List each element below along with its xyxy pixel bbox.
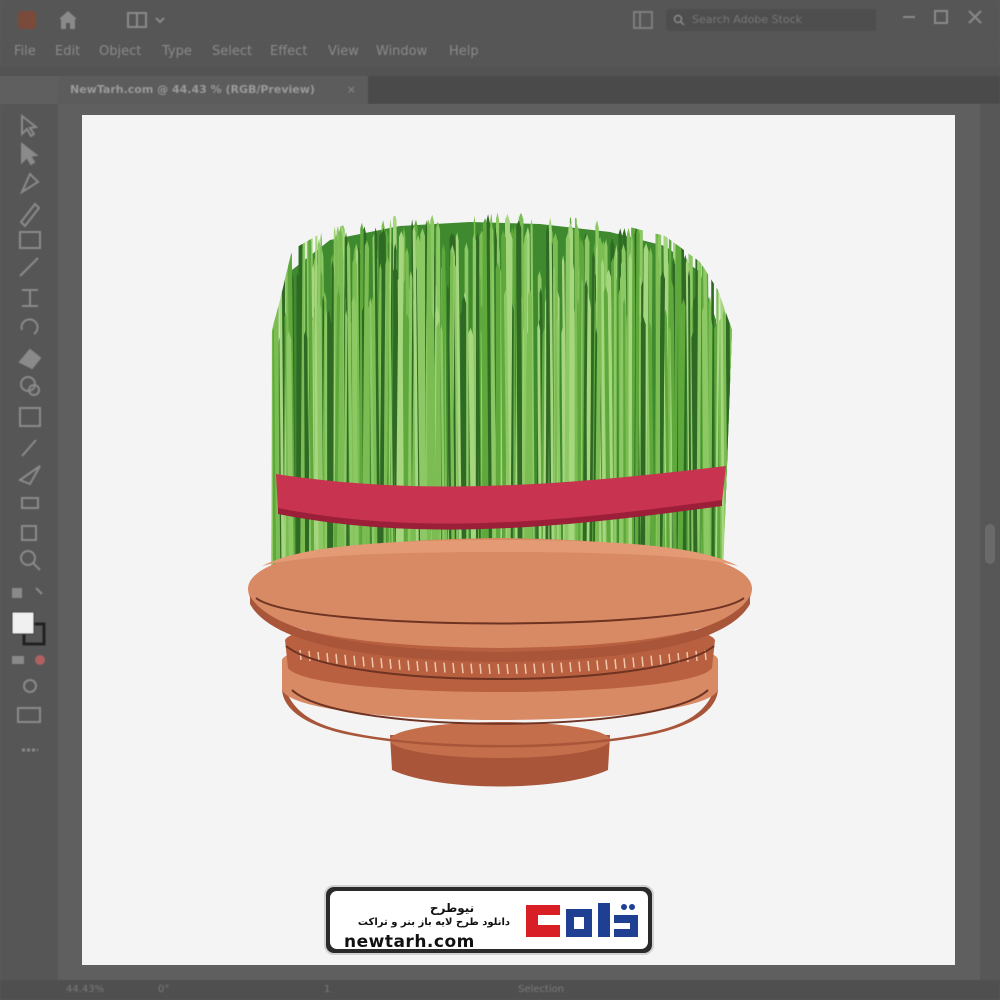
pot-tick — [407, 660, 410, 671]
pot-tick — [605, 659, 608, 670]
pot-tick — [623, 658, 626, 669]
grass-blade — [729, 214, 732, 600]
pot-tick — [335, 653, 338, 664]
watermark-tagline: دانلود طرح لایه باز بنر و تراکت — [357, 917, 511, 928]
pot-tick — [587, 660, 590, 672]
grass-blade — [730, 260, 732, 600]
newtarh-watermark: نیوطرح دانلود طرح لایه باز بنر و تراکت n… — [324, 885, 654, 955]
pot-tick — [542, 663, 545, 674]
pot-tick — [650, 655, 653, 666]
pot-tick — [686, 651, 689, 663]
sabzeh-illustration — [248, 212, 752, 787]
pot-tick — [641, 656, 644, 667]
pot-tick — [659, 654, 662, 665]
pot-tick — [668, 653, 671, 664]
artboard-number[interactable]: 1 — [324, 984, 330, 995]
pot-tick — [308, 650, 311, 662]
pot-tick — [488, 663, 491, 674]
grass-blade — [728, 261, 732, 600]
watermark-panel: نیوطرح دانلود طرح لایه باز بنر و تراکت n… — [330, 891, 648, 952]
tool-mode: Selection — [518, 984, 565, 995]
pot-tick — [497, 663, 500, 675]
pot-tick — [560, 662, 563, 673]
pot-tick — [551, 662, 554, 674]
pot-tick — [515, 663, 518, 674]
pot-tick — [533, 663, 536, 674]
newtarh-logo-icon — [526, 903, 638, 937]
pot-tick — [443, 662, 446, 673]
watermark-url: newtarh.com — [344, 932, 475, 952]
pot-tick — [470, 663, 473, 674]
pot-tick — [344, 654, 347, 665]
pot-tick — [371, 657, 374, 668]
pot-tick — [632, 657, 635, 668]
pot-tick — [398, 659, 401, 670]
pot-tick — [524, 663, 527, 674]
pot-tick — [389, 658, 392, 670]
pot-tick — [614, 658, 617, 670]
pot-tick — [569, 662, 572, 673]
pot-tick — [416, 660, 419, 672]
watermark-brand-fa: نیوطرح — [429, 901, 475, 915]
pot-tick — [578, 661, 581, 672]
grass-blade — [678, 218, 682, 600]
rotation-angle[interactable]: 0° — [158, 984, 169, 995]
pot-tick — [596, 660, 599, 671]
pot-tick — [506, 663, 509, 675]
zoom-level[interactable]: 44.43% — [66, 984, 104, 995]
status-bar: 44.43% 0° 1 Selection — [0, 980, 1000, 1000]
pot-tick — [353, 655, 356, 666]
clay-pot — [248, 538, 752, 787]
pot-tick — [479, 663, 482, 674]
pot-tick — [425, 661, 428, 672]
pot-tick — [461, 663, 464, 674]
pot-tick — [434, 662, 437, 673]
pot-tick — [380, 658, 383, 669]
pot-tick — [362, 656, 365, 667]
pot-tick — [326, 652, 329, 663]
pot-tick — [452, 662, 455, 674]
